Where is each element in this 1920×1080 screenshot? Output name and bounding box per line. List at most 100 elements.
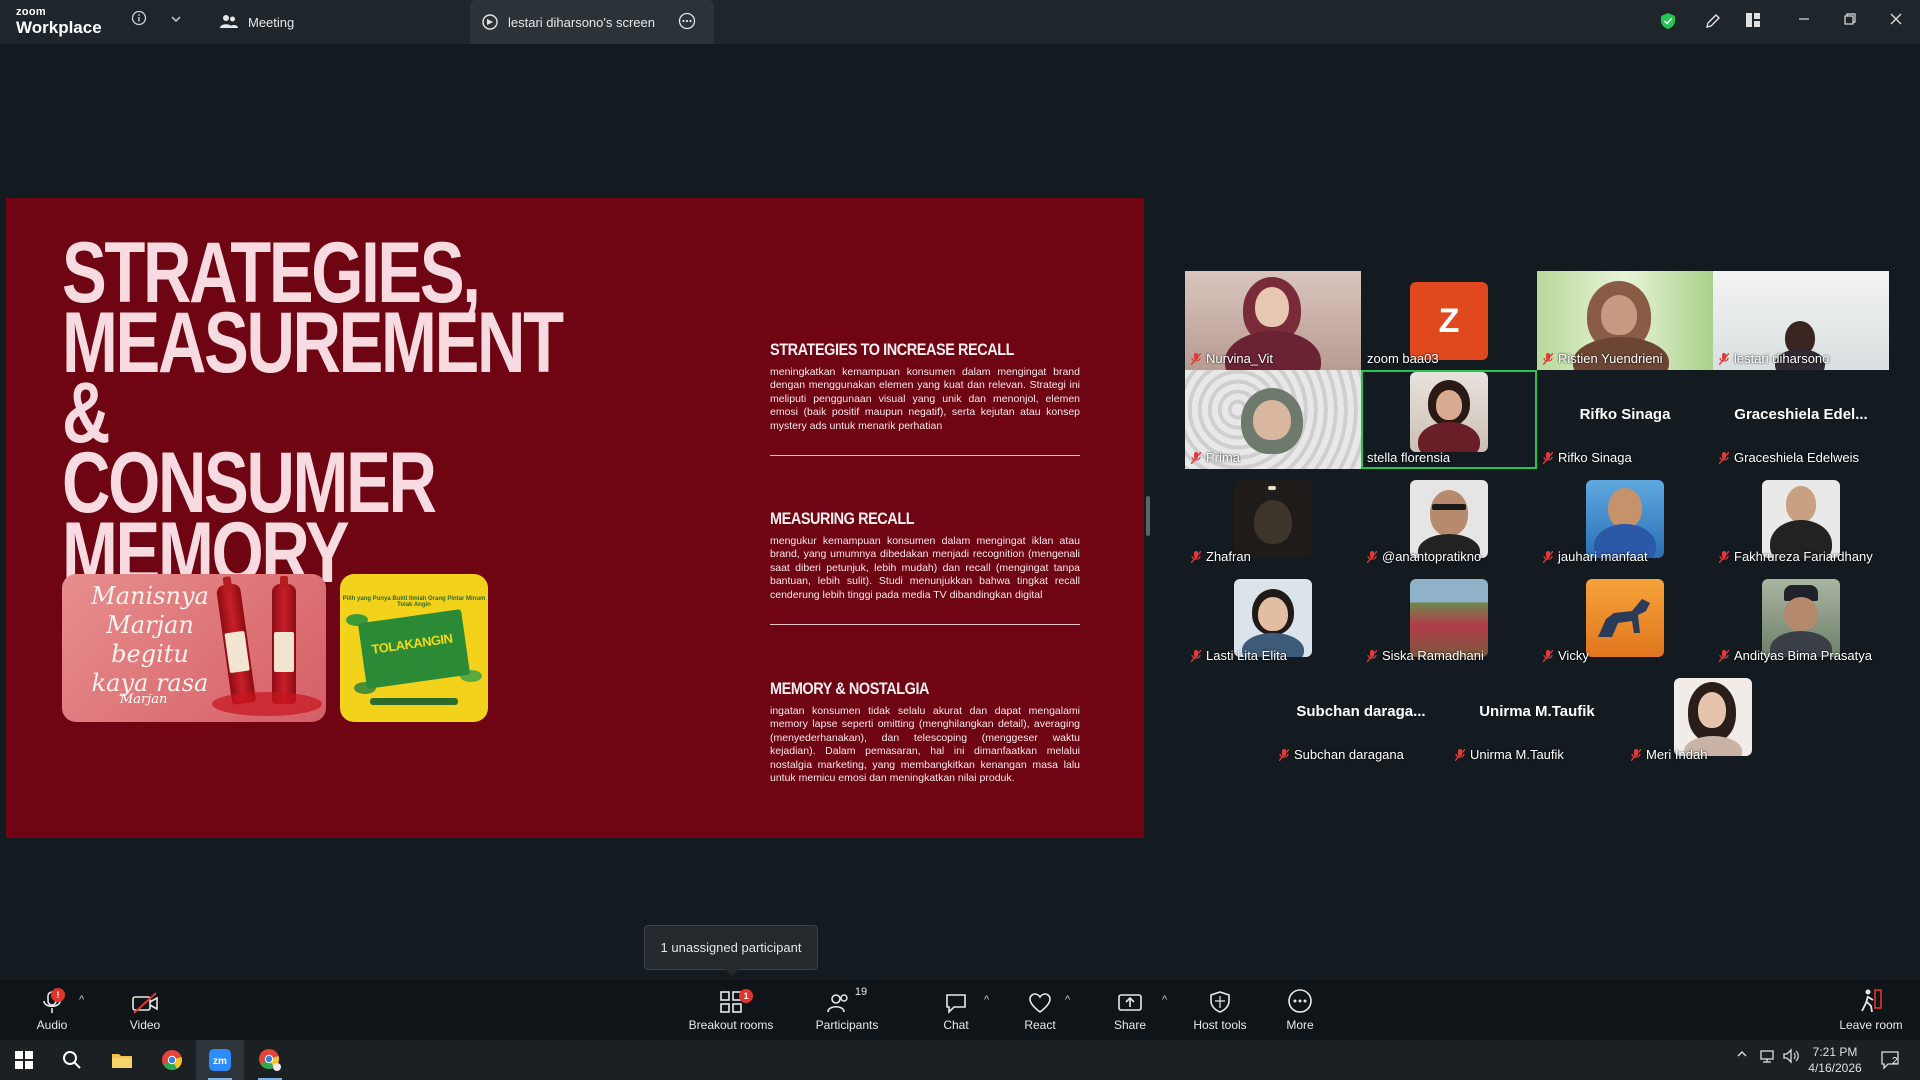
participant-tile[interactable]: Prima xyxy=(1185,370,1361,469)
share-button[interactable]: Share xyxy=(1100,980,1160,1040)
windows-start-icon[interactable] xyxy=(0,1040,48,1080)
participant-tile[interactable]: lestari diharsono xyxy=(1713,271,1889,370)
chat-button[interactable]: Chat xyxy=(926,980,986,1040)
participant-tile[interactable]: Lasti Lita Elita xyxy=(1185,568,1361,667)
security-shield-icon[interactable] xyxy=(1658,12,1678,32)
participant-tile[interactable]: Zhafran xyxy=(1185,469,1361,568)
participant-name: Siska Ramadhani xyxy=(1367,648,1484,663)
chat-options-caret-icon[interactable]: ^ xyxy=(984,994,989,1006)
participant-initial-avatar: Z xyxy=(1410,282,1488,360)
tray-chevron-icon[interactable] xyxy=(1736,1048,1748,1063)
participant-tile[interactable]: Subchan daraga... Subchan daragana xyxy=(1273,667,1449,766)
tab-meeting-label: Meeting xyxy=(248,14,295,30)
breakout-rooms-badge: 1 xyxy=(739,989,753,1003)
breakout-rooms-button[interactable]: Breakout rooms 1 xyxy=(686,980,776,1040)
participant-tile[interactable]: Meri Indah xyxy=(1625,667,1801,766)
participant-name: Fakhrureza Fariardhany xyxy=(1719,549,1873,564)
tab-shared-screen[interactable]: lestari diharsono's screen xyxy=(470,0,714,44)
notification-center-icon[interactable]: 2 xyxy=(1880,1050,1902,1073)
participants-count: 19 xyxy=(854,986,868,998)
participant-tile[interactable]: Unirma M.Taufik Unirma M.Taufik xyxy=(1449,667,1625,766)
section-heading: MEMORY & NOSTALGIA xyxy=(770,679,930,698)
shield-icon xyxy=(1210,991,1230,1013)
share-options-caret-icon[interactable]: ^ xyxy=(1162,994,1167,1006)
participant-tile[interactable]: Nurvina_Vit xyxy=(1185,271,1361,370)
minimize-icon[interactable] xyxy=(1794,12,1814,32)
participant-display-name: Graceshiela Edel... xyxy=(1734,406,1868,423)
chrome-icon[interactable] xyxy=(148,1040,196,1080)
panel-resize-handle[interactable] xyxy=(1146,496,1150,536)
host-tools-button[interactable]: Host tools xyxy=(1187,980,1253,1040)
participant-name: Andityas Bima Prasatya xyxy=(1719,648,1872,663)
participant-name: Zhafran xyxy=(1191,549,1251,564)
participant-tile-active-speaker[interactable]: stella florensia xyxy=(1361,370,1537,469)
video-label: Video xyxy=(129,1018,161,1032)
participant-name: Ristien Yuendrieni xyxy=(1543,351,1663,366)
participant-tile[interactable]: Ristien Yuendrieni xyxy=(1537,271,1713,370)
leave-room-button[interactable]: Leave room xyxy=(1835,980,1907,1040)
chrome-profile-icon[interactable] xyxy=(246,1040,294,1080)
participant-name: stella florensia xyxy=(1367,450,1451,465)
close-icon[interactable] xyxy=(1886,12,1906,32)
participant-name: Nurvina_Vit xyxy=(1191,351,1273,366)
more-label: More xyxy=(1286,1018,1314,1032)
shared-slide: STRATEGIES, MEASUREMENT & CONSUMER MEMOR… xyxy=(6,198,1144,838)
volume-icon[interactable] xyxy=(1782,1048,1800,1067)
participant-tile[interactable]: Rifko Sinaga Rifko Sinaga xyxy=(1537,370,1713,469)
network-icon[interactable] xyxy=(1758,1048,1776,1067)
participant-tile[interactable]: Fakhrureza Fariardhany xyxy=(1713,469,1889,568)
file-explorer-icon[interactable] xyxy=(98,1040,146,1080)
react-button[interactable]: React xyxy=(1010,980,1070,1040)
mic-muted-icon xyxy=(1719,550,1729,563)
meeting-people-icon xyxy=(220,15,238,28)
section-heading: STRATEGIES TO INCREASE RECALL xyxy=(770,340,1015,359)
participant-tile[interactable]: @anantopratikno xyxy=(1361,469,1537,568)
participant-name: @anantopratikno xyxy=(1367,549,1481,564)
heart-icon xyxy=(1029,993,1051,1014)
breakout-rooms-label: Breakout rooms xyxy=(688,1018,774,1032)
participants-button[interactable]: 19 Participants xyxy=(812,980,882,1040)
restore-icon[interactable] xyxy=(1840,12,1860,32)
react-label: React xyxy=(1024,1018,1056,1032)
section-memory-nostalgia: MEMORY & NOSTALGIA ingatan konsumen tida… xyxy=(770,679,1080,785)
react-options-caret-icon[interactable]: ^ xyxy=(1065,994,1070,1006)
participant-tile[interactable]: Vicky xyxy=(1537,568,1713,667)
mic-muted-icon xyxy=(1279,748,1289,761)
participant-tile[interactable]: Z zoom baa03 xyxy=(1361,271,1537,370)
more-button[interactable]: More xyxy=(1270,980,1330,1040)
participant-name: jauhari manfaat xyxy=(1543,549,1648,564)
video-off-icon xyxy=(132,992,158,1014)
section-strategies-recall: STRATEGIES TO INCREASE RECALL meningkatk… xyxy=(770,340,1080,457)
share-screen-icon xyxy=(1118,994,1142,1011)
info-icon[interactable] xyxy=(128,10,150,32)
marjan-ad-brand: Marjan xyxy=(120,692,168,707)
taskbar-clock[interactable]: 7:21 PM 4/16/2026 xyxy=(1800,1044,1870,1076)
participant-tile[interactable]: Graceshiela Edel... Graceshiela Edelweis xyxy=(1713,370,1889,469)
share-label: Share xyxy=(1113,1018,1147,1032)
participant-tile[interactable]: Andityas Bima Prasatya xyxy=(1713,568,1889,667)
participant-display-name: Unirma M.Taufik xyxy=(1479,703,1595,720)
leave-room-icon xyxy=(1861,989,1882,1013)
logo-line2: Workplace xyxy=(16,18,102,37)
tab-meeting[interactable]: Meeting xyxy=(208,0,458,44)
audio-options-caret-icon[interactable]: ^ xyxy=(79,994,84,1006)
more-options-icon[interactable] xyxy=(678,12,706,33)
participant-name: Subchan daragana xyxy=(1279,747,1404,762)
slide-title: STRATEGIES, MEASUREMENT & CONSUMER MEMOR… xyxy=(62,230,564,596)
leave-room-label: Leave room xyxy=(1839,1018,1903,1032)
section-body: meningkatkan kemampuan konsumen dalam me… xyxy=(770,366,1080,432)
annotate-pencil-icon[interactable] xyxy=(1703,12,1723,32)
video-button[interactable]: Video xyxy=(115,980,175,1040)
slide-title-line-2: MEASUREMENT & xyxy=(62,295,564,461)
mic-muted-icon xyxy=(1191,451,1201,464)
svg-text:zm: zm xyxy=(213,1056,227,1067)
chevron-down-icon[interactable] xyxy=(165,10,187,32)
mic-muted-icon xyxy=(1631,748,1641,761)
search-icon[interactable] xyxy=(48,1040,96,1080)
view-layout-icon[interactable] xyxy=(1743,12,1763,32)
participant-tile[interactable]: Siska Ramadhani xyxy=(1361,568,1537,667)
host-tools-label: Host tools xyxy=(1193,1018,1247,1032)
participant-tile[interactable]: jauhari manfaat xyxy=(1537,469,1713,568)
audio-button[interactable]: Audio ! xyxy=(22,980,82,1040)
zoom-taskbar-icon[interactable]: zm xyxy=(196,1040,244,1080)
